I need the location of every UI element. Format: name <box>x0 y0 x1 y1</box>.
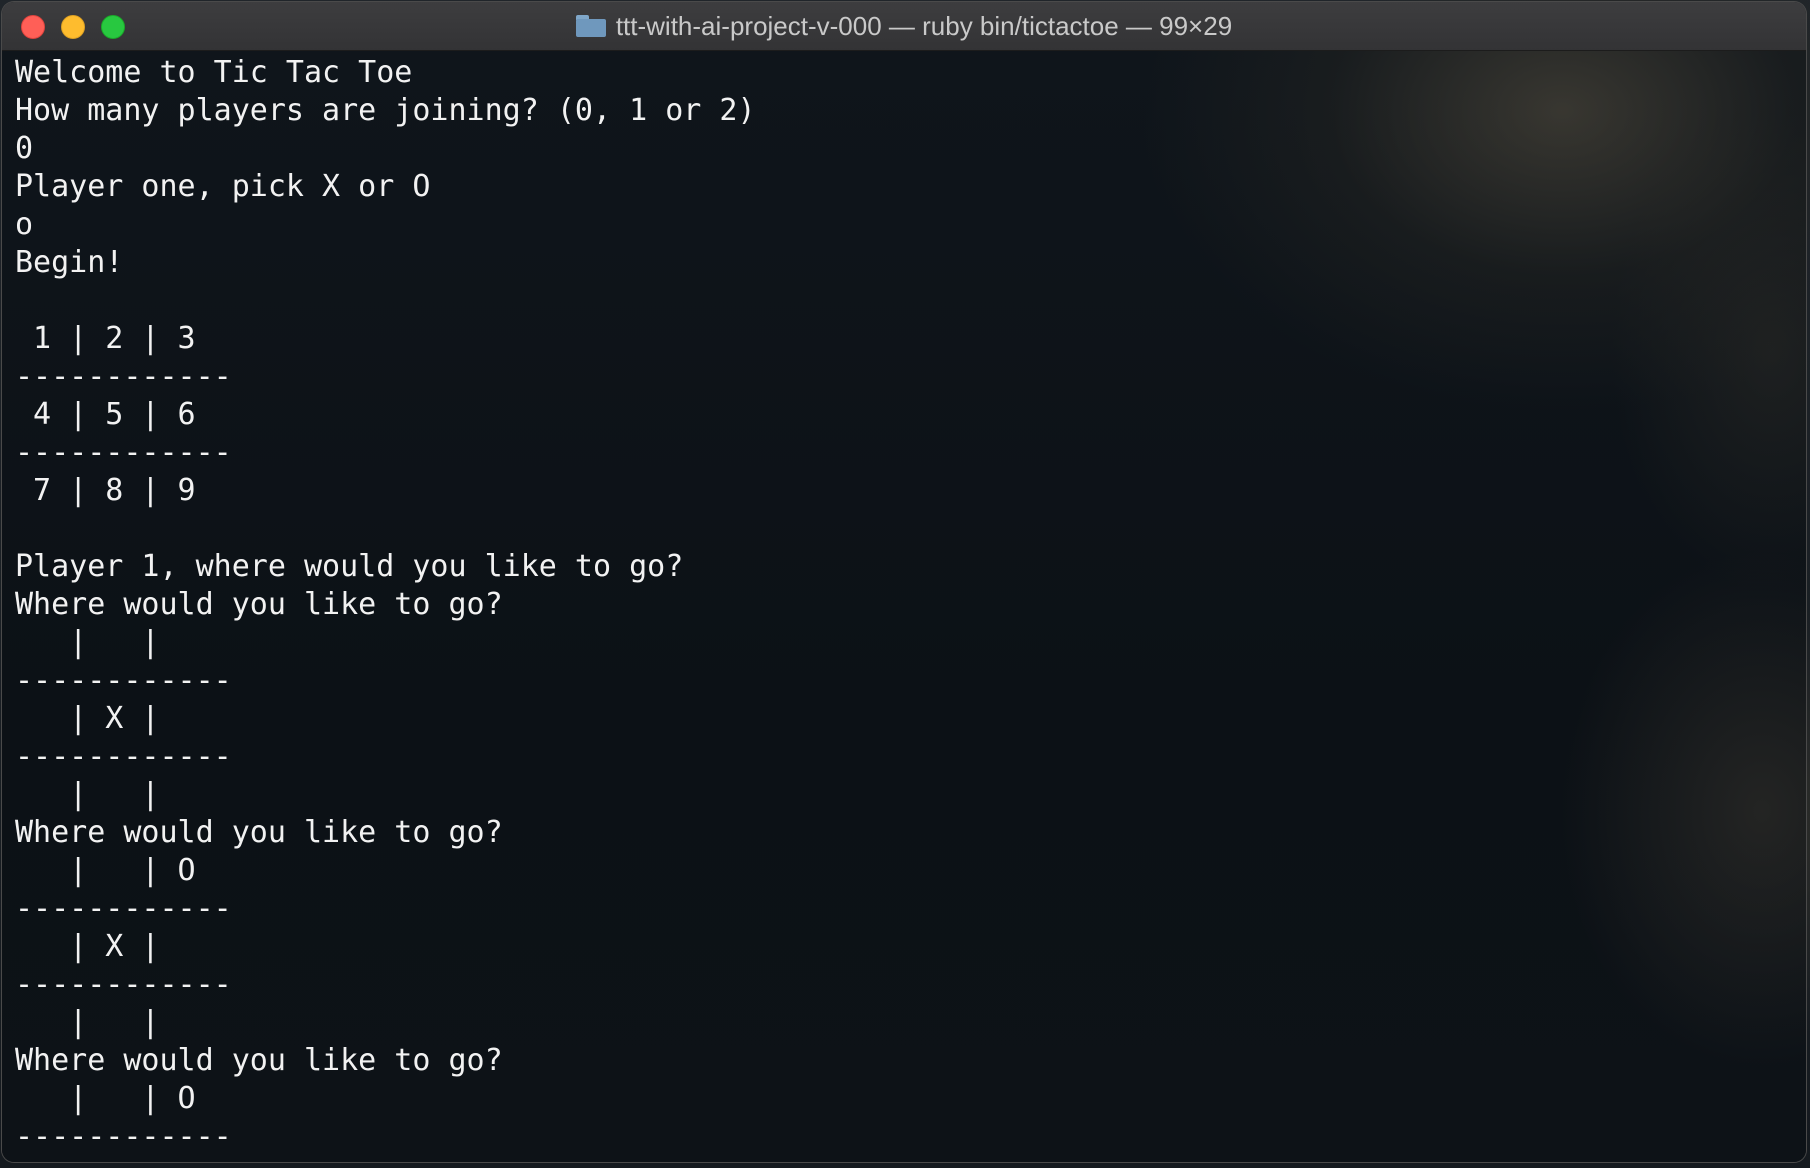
terminal-line: 1 | 2 | 3 <box>15 321 196 356</box>
title-bar[interactable]: ttt-with-ai-project-v-000 — ruby bin/tic… <box>2 2 1806 51</box>
terminal-line: | X | <box>15 701 160 736</box>
terminal-line: ------------ <box>15 967 232 1002</box>
terminal-output[interactable]: Welcome to Tic Tac Toe How many players a… <box>2 51 1806 1162</box>
terminal-line: | | O <box>15 1081 196 1116</box>
terminal-line: Where would you like to go? <box>15 587 503 622</box>
terminal-line: Where would you like to go? <box>15 1043 503 1078</box>
terminal-line: ------------ <box>15 891 232 926</box>
terminal-line: | | <box>15 1005 160 1040</box>
terminal-line: ------------ <box>15 435 232 470</box>
terminal-line: Welcome to Tic Tac Toe <box>15 55 413 90</box>
terminal-line: | | <box>15 625 160 660</box>
terminal-line: 7 | 8 | 9 <box>15 473 196 508</box>
terminal-line: | | O <box>15 853 196 888</box>
terminal-line: ------------ <box>15 359 232 394</box>
terminal-line: | X | <box>15 929 160 964</box>
terminal-lines: Welcome to Tic Tac Toe How many players a… <box>15 54 756 1156</box>
terminal-line: | | <box>15 777 160 812</box>
terminal-line: 4 | 5 | 6 <box>15 397 196 432</box>
terminal-line: Player one, pick X or O <box>15 169 431 204</box>
terminal-line: How many players are joining? (0, 1 or 2… <box>15 93 756 128</box>
terminal-line: ------------ <box>15 663 232 698</box>
terminal-line: 0 <box>15 131 34 166</box>
terminal-line: ------------ <box>15 739 232 774</box>
terminal-line: ------------ <box>15 1119 232 1154</box>
window-title: ttt-with-ai-project-v-000 — ruby bin/tic… <box>615 10 1233 41</box>
terminal-line: Player 1, where would you like to go? <box>15 549 684 584</box>
terminal-line: Where would you like to go? <box>15 815 503 850</box>
terminal-line: o <box>15 207 34 242</box>
folder-icon <box>575 15 606 37</box>
window-title-group: ttt-with-ai-project-v-000 — ruby bin/tic… <box>2 2 1806 50</box>
terminal-window[interactable]: ttt-with-ai-project-v-000 — ruby bin/tic… <box>2 2 1806 1162</box>
terminal-line: Begin! <box>15 245 124 280</box>
